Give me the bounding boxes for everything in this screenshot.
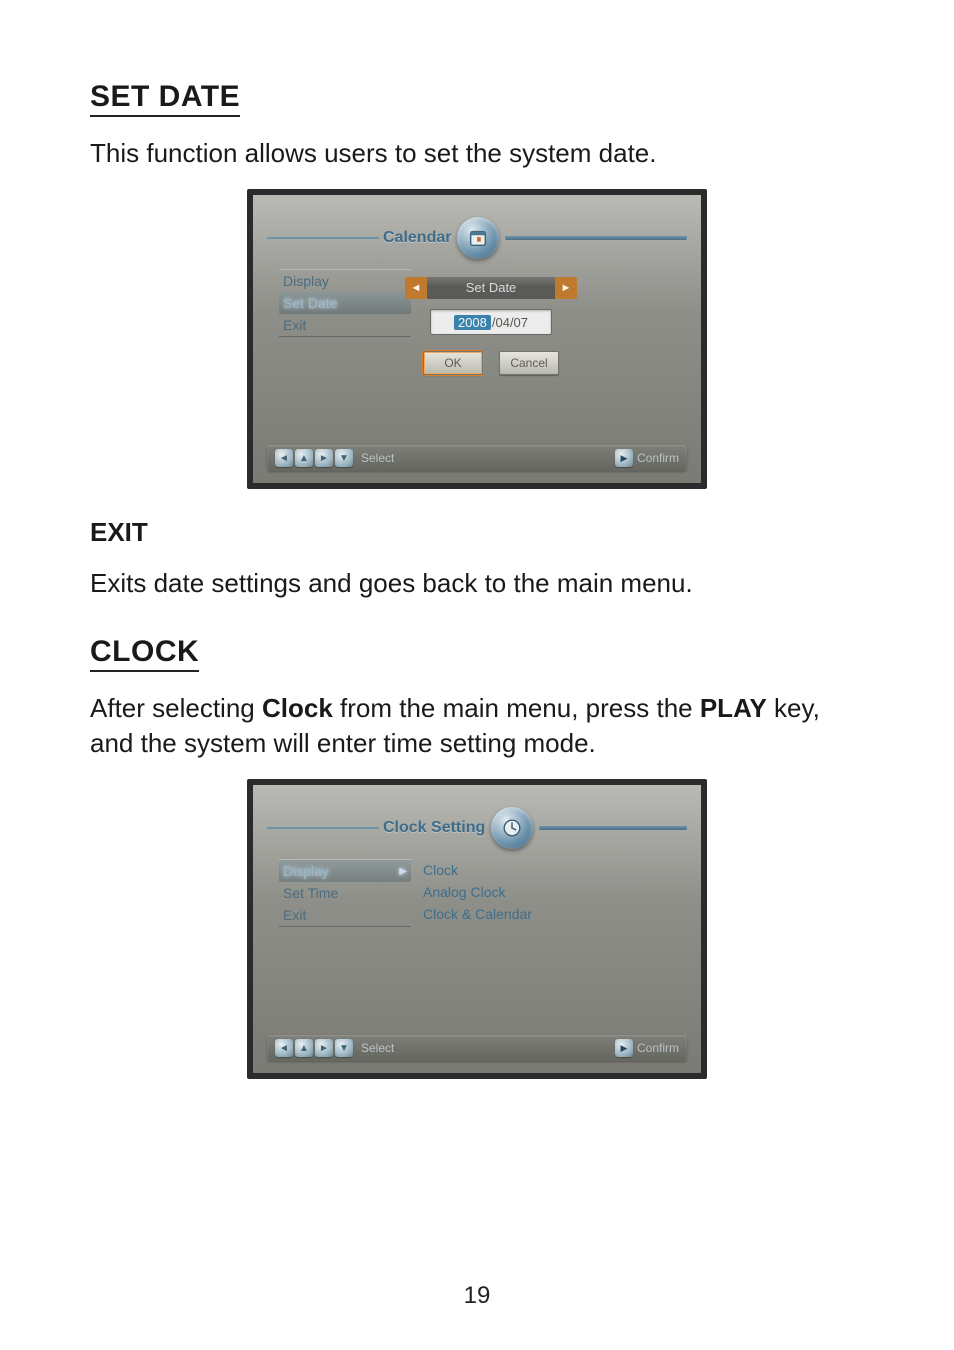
screenshot-calendar-inner: Calendar Display Set Date: [253, 195, 701, 483]
screenshot-calendar: Calendar Display Set Date: [247, 189, 707, 489]
clock-header-title: Clock Setting: [383, 819, 485, 837]
play-key-icon: ▶: [615, 1039, 633, 1057]
clock-footer: ◄ ▲ ► ▼ Select ▶ Confirm: [267, 1035, 687, 1061]
heading-set-date: SET DATE: [90, 80, 864, 114]
heading-exit: EXIT: [90, 517, 864, 548]
right-key-icon: ►: [315, 1039, 333, 1057]
ok-button[interactable]: OK: [423, 351, 483, 375]
clock-icon-svg: [501, 817, 523, 839]
dialog-button-row: OK Cancel: [405, 351, 577, 375]
menu-item-display[interactable]: Display: [279, 270, 411, 292]
clock-body-bold2: PLAY: [700, 693, 767, 723]
play-key-icon: ▶: [615, 449, 633, 467]
submenu-item-clock[interactable]: Clock: [421, 859, 571, 881]
clock-menu-item-display-label: Display: [283, 863, 329, 879]
down-key-icon: ▼: [335, 449, 353, 467]
header-line-right: [505, 236, 687, 240]
date-input[interactable]: 2008/04/07: [430, 309, 552, 335]
clock-menu-item-set-time-label: Set Time: [283, 885, 338, 901]
clock-menu-item-exit[interactable]: Exit: [279, 904, 411, 926]
menu-item-set-date-label: Set Date: [283, 295, 337, 311]
clock-menu-item-set-time[interactable]: Set Time: [279, 882, 411, 904]
heading-clock-text: CLOCK: [90, 635, 199, 672]
footer-select-label: Select: [361, 451, 394, 465]
submenu-item-clock-calendar[interactable]: Clock & Calendar: [421, 903, 571, 925]
right-key-icon: ►: [315, 449, 333, 467]
screenshot-clock-inner: Clock Setting Display ▶ Set Time: [253, 785, 701, 1073]
clock-submenu: Clock Analog Clock Clock & Calendar: [421, 859, 571, 925]
calendar-menu: Display Set Date Exit: [279, 269, 411, 337]
set-date-body: This function allows users to set the sy…: [90, 136, 864, 171]
calendar-header: Calendar: [253, 217, 701, 259]
clock-menu-item-display[interactable]: Display ▶: [279, 860, 411, 882]
date-input-rest: /04/07: [492, 315, 528, 330]
page-number: 19: [0, 1282, 954, 1310]
exit-body: Exits date settings and goes back to the…: [90, 566, 864, 601]
clock-body-pre: After selecting: [90, 693, 262, 723]
menu-item-exit[interactable]: Exit: [279, 314, 411, 336]
date-input-year: 2008: [454, 315, 491, 330]
heading-set-date-text: SET DATE: [90, 80, 240, 117]
down-key-icon: ▼: [335, 1039, 353, 1057]
clock-body-mid: from the main menu, press the: [333, 693, 700, 723]
set-date-dialog-title: Set Date: [466, 280, 517, 295]
clock-menu-item-exit-label: Exit: [283, 907, 306, 923]
calendar-footer: ◄ ▲ ► ▼ Select ▶ Confirm: [267, 445, 687, 471]
header-line-left: [267, 237, 379, 239]
menu-item-display-label: Display: [283, 273, 329, 289]
set-date-dialog-title-bar: ◄ Set Date ►: [405, 277, 577, 299]
clock-menu: Display ▶ Set Time Exit: [279, 859, 411, 927]
up-key-icon: ▲: [295, 449, 313, 467]
calendar-icon: [457, 217, 499, 259]
calendar-header-title: Calendar: [383, 229, 451, 247]
clock-body: After selecting Clock from the main menu…: [90, 691, 864, 761]
clock-header-line-right: [539, 826, 687, 830]
clock-header-line-left: [267, 827, 379, 829]
footer-confirm-label: Confirm: [637, 451, 679, 465]
submenu-item-analog-clock[interactable]: Analog Clock: [421, 881, 571, 903]
set-date-dialog: ◄ Set Date ► 2008/04/07 OK Cancel: [405, 277, 577, 375]
menu-item-set-date[interactable]: Set Date: [279, 292, 411, 314]
chevron-right-icon: ▶: [399, 866, 407, 877]
clock-header: Clock Setting: [253, 807, 701, 849]
heading-clock: CLOCK: [90, 635, 864, 669]
cancel-button[interactable]: Cancel: [499, 351, 559, 375]
clock-footer-select-label: Select: [361, 1041, 394, 1055]
page: SET DATE This function allows users to s…: [0, 0, 954, 1350]
left-key-icon: ◄: [275, 1039, 293, 1057]
dialog-next-arrow-icon[interactable]: ►: [555, 277, 577, 299]
clock-footer-confirm-label: Confirm: [637, 1041, 679, 1055]
clock-body-bold1: Clock: [262, 693, 333, 723]
calendar-icon-svg: [467, 227, 489, 249]
dialog-prev-arrow-icon[interactable]: ◄: [405, 277, 427, 299]
left-key-icon: ◄: [275, 449, 293, 467]
clock-icon: [491, 807, 533, 849]
screenshot-clock: Clock Setting Display ▶ Set Time: [247, 779, 707, 1079]
menu-item-exit-label: Exit: [283, 317, 306, 333]
up-key-icon: ▲: [295, 1039, 313, 1057]
